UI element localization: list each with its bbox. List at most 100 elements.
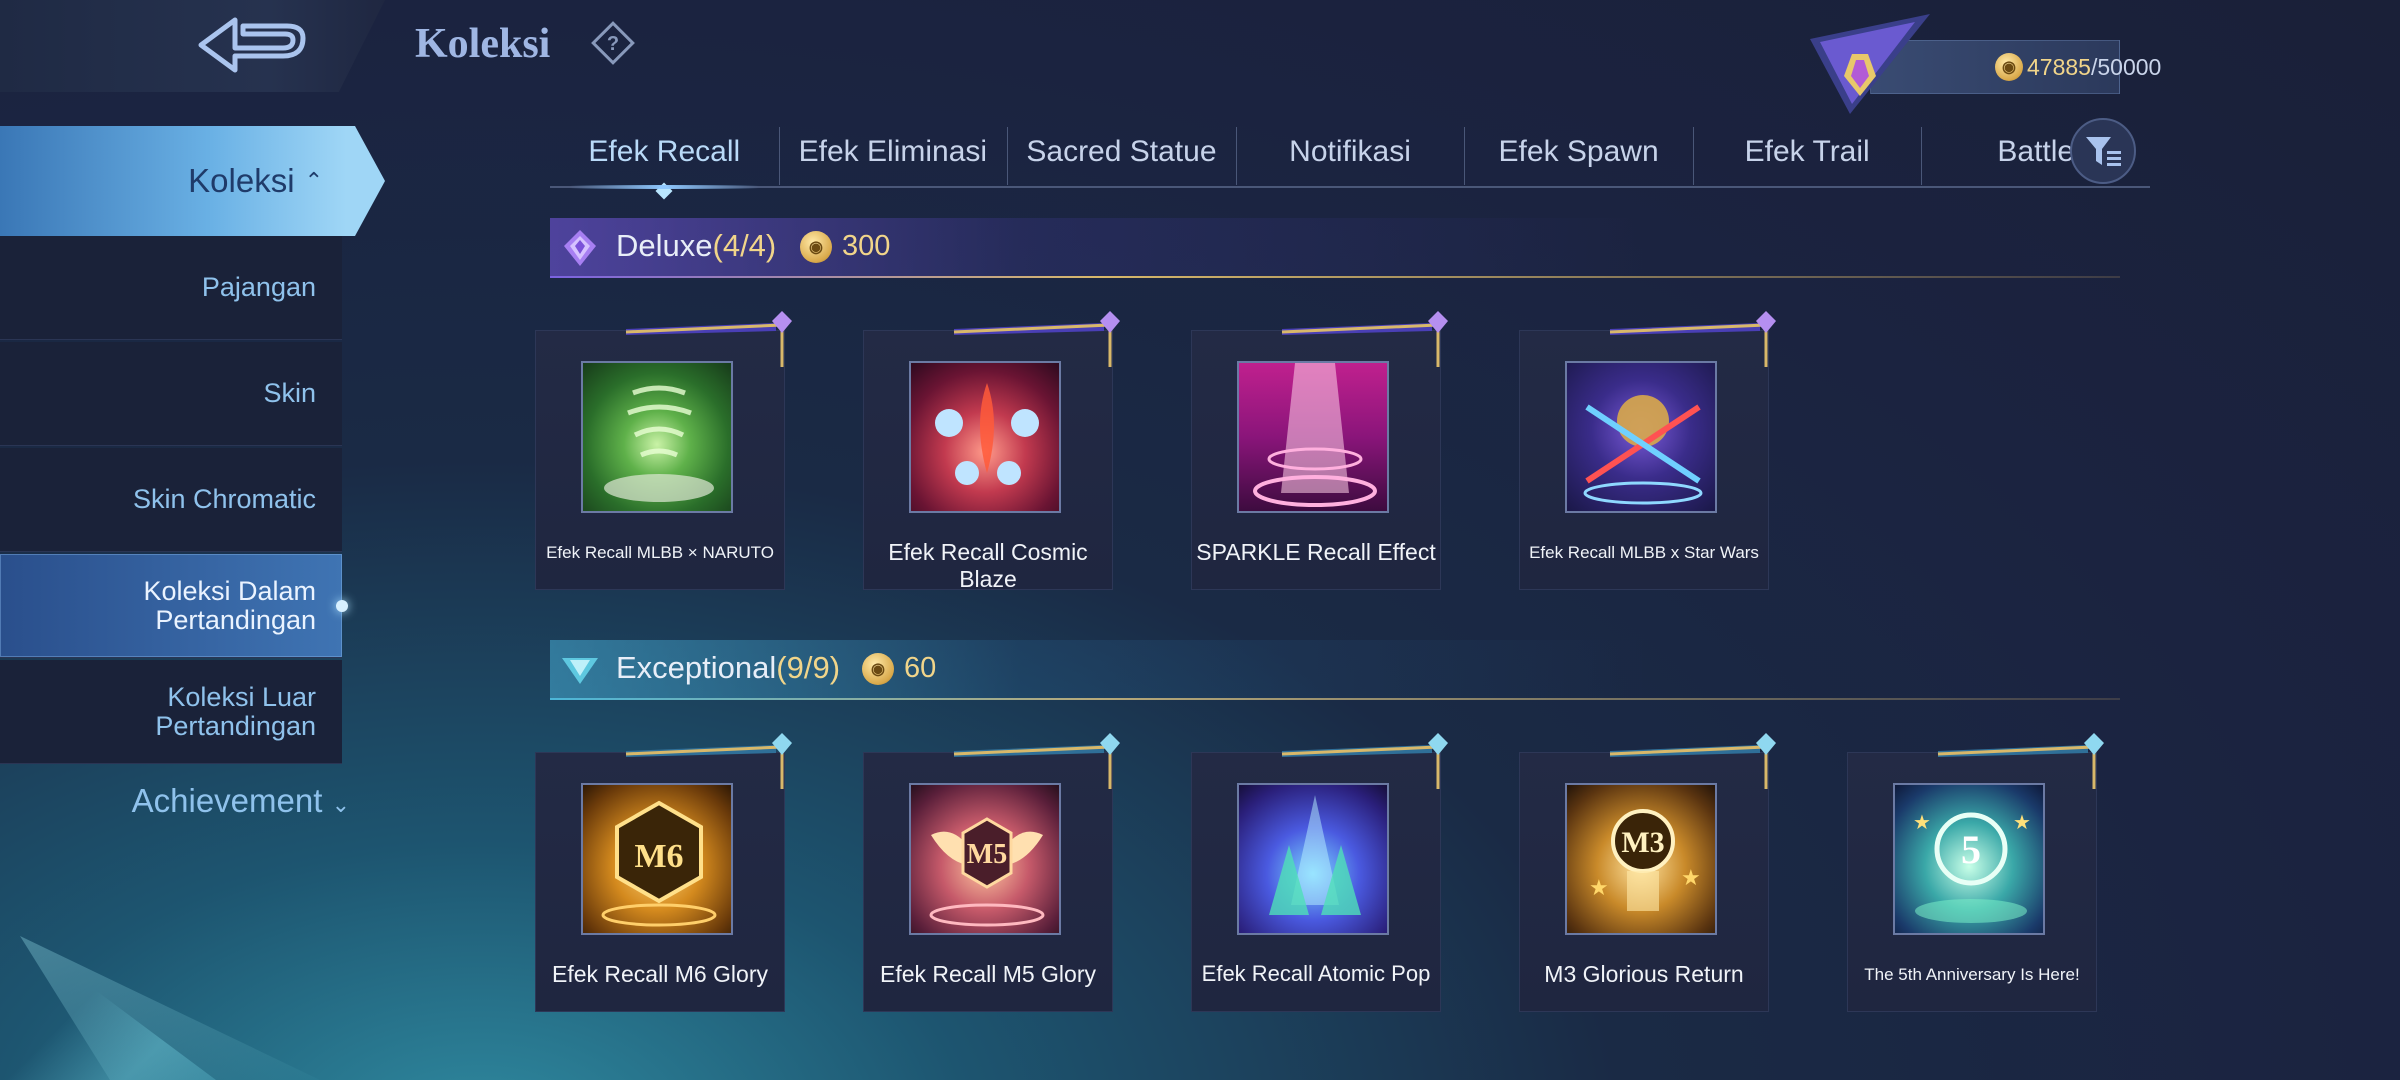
card-name: The 5th Anniversary Is Here!	[1864, 965, 2080, 984]
collection-card[interactable]: M5 Efek Recall M5 Glory	[863, 733, 1120, 1012]
tab-label: Efek Recall	[588, 135, 741, 168]
svg-text:★: ★	[1913, 812, 1931, 834]
tab-label: Sacred Statue	[1026, 135, 1217, 168]
tab-sacred-statue[interactable]: Sacred Statue	[1007, 121, 1236, 185]
sidebar-achievement-label: Achievement	[131, 782, 323, 819]
svg-text:★: ★	[2013, 812, 2031, 834]
tab-label: Efek Eliminasi	[798, 135, 988, 168]
card-name: Efek Recall MLBB x Star Wars	[1529, 543, 1759, 562]
filter-button[interactable]	[2070, 118, 2136, 184]
m3-emblem-icon: M3 ★ ★	[1565, 783, 1717, 935]
tab-notifikasi[interactable]: Notifikasi	[1235, 121, 1465, 185]
card-ribbon-icon	[1609, 733, 1776, 789]
currency-max: /50000	[2090, 53, 2162, 80]
svg-text:?: ?	[607, 33, 619, 55]
exceptional-gem-icon	[562, 658, 598, 684]
collection-card[interactable]: M6 Efek Recall M6 Glory	[535, 733, 792, 1012]
coin-icon: ◉	[800, 230, 832, 263]
sidebar-item-label: Skin	[263, 378, 316, 409]
sidebar-item-label: Koleksi Luar Pertandingan	[155, 682, 316, 741]
sidebar-item-pajangan[interactable]: Pajangan	[0, 236, 342, 340]
card-ribbon-icon	[625, 311, 792, 367]
collection-card[interactable]: Efek Recall MLBB x Star Wars	[1519, 311, 1776, 590]
collection-card[interactable]: 5 ★ ★ The 5th Anniversary Is Here!	[1847, 733, 2104, 1012]
svg-text:★: ★	[1681, 865, 1701, 890]
svg-text:★: ★	[1589, 875, 1609, 900]
svg-text:M5: M5	[967, 839, 1007, 870]
svg-text:M6: M6	[634, 838, 683, 875]
card-name: Efek Recall Cosmic Blaze	[888, 539, 1088, 592]
card-name: SPARKLE Recall Effect	[1196, 539, 1436, 565]
back-arrow-icon	[198, 17, 306, 73]
sidebar-item-label: Pajangan	[201, 272, 316, 303]
tab-active-marker	[655, 182, 673, 200]
help-icon[interactable]: ?	[590, 20, 636, 66]
card-ribbon-icon	[1937, 733, 2104, 789]
cosmic-blaze-icon	[909, 361, 1061, 513]
collection-card[interactable]: SPARKLE Recall Effect	[1191, 311, 1448, 590]
sidebar-achievement[interactable]: Achievement ⌄	[0, 782, 360, 820]
star-wars-sabers-icon	[1565, 361, 1717, 513]
collection-card[interactable]: Efek Recall Atomic Pop	[1191, 733, 1448, 1012]
filter-icon	[2086, 137, 2121, 166]
5th-anniversary-icon: 5 ★ ★	[1893, 783, 2045, 935]
currency-value: 47885	[2027, 53, 2091, 80]
section-price: ◉ 300	[800, 230, 890, 263]
card-name: Efek Recall M6 Glory	[551, 961, 768, 987]
section-title: Exceptional	[616, 650, 777, 685]
sidebar-item-skin[interactable]: Skin	[0, 342, 342, 446]
tab-efek-recall[interactable]: Efek Recall	[550, 121, 779, 200]
tab-label: Notifikasi	[1289, 135, 1411, 168]
collection-card[interactable]: Efek Recall Cosmic Blaze	[863, 311, 1120, 592]
deluxe-gem-icon	[564, 230, 596, 266]
sidebar-item-label: Koleksi Dalam Pertandingan	[143, 576, 316, 635]
chevron-down-icon: ⌄	[331, 792, 350, 817]
sidebar-item-koleksi-dalam[interactable]: Koleksi Dalam Pertandingan	[0, 554, 348, 658]
tab-label: Battle	[1997, 135, 2075, 168]
rank-emblem-icon	[1810, 14, 1930, 114]
coin-icon: ◉	[862, 652, 894, 685]
svg-text:5: 5	[1961, 827, 1981, 872]
tab-efek-eliminasi[interactable]: Efek Eliminasi	[778, 121, 1008, 185]
page-title: Koleksi	[415, 21, 551, 67]
sidebar-item-skin-chromatic[interactable]: Skin Chromatic	[0, 448, 342, 552]
naruto-tornado-icon	[581, 361, 733, 513]
tab-efek-trail[interactable]: Efek Trail	[1692, 121, 1922, 185]
currency-display: ◉ 47885/50000	[1790, 14, 2161, 114]
sidebar-item-label: Skin Chromatic	[132, 484, 316, 515]
m5-emblem-icon: M5	[909, 783, 1061, 935]
sparkle-beam-icon	[1237, 361, 1389, 513]
section-price: ◉ 60	[862, 652, 936, 685]
m6-emblem-icon: M6	[581, 783, 733, 935]
section-count: (9/9)	[776, 650, 841, 685]
sidebar-item-koleksi-luar[interactable]: Koleksi Luar Pertandingan	[0, 660, 342, 764]
collection-card[interactable]: M3 ★ ★ M3 Glorious Return	[1519, 733, 1776, 1012]
card-ribbon-icon	[953, 733, 1120, 789]
svg-text:M3: M3	[1621, 826, 1664, 859]
sidebar-main-label: Koleksi	[188, 162, 295, 199]
card-ribbon-icon	[953, 311, 1120, 367]
card-ribbon-icon	[1281, 311, 1448, 367]
card-name: Efek Recall MLBB × NARUTO	[546, 543, 774, 562]
tab-efek-spawn[interactable]: Efek Spawn	[1464, 121, 1693, 185]
card-ribbon-icon	[625, 733, 792, 789]
card-ribbon-icon	[1281, 733, 1448, 789]
collection-card[interactable]: Efek Recall MLBB × NARUTO	[535, 311, 792, 590]
section-count: (4/4)	[712, 228, 777, 263]
card-name: Efek Recall M5 Glory	[879, 961, 1096, 987]
sidebar-main-koleksi[interactable]: Koleksi ⌃	[0, 126, 385, 236]
section-header-deluxe: Deluxe(4/4) ◉ 300	[550, 218, 2120, 278]
coin-icon: ◉	[1995, 53, 2023, 81]
section-title: Deluxe	[616, 228, 713, 263]
card-name: M3 Glorious Return	[1544, 961, 1744, 987]
atomic-pop-icon	[1237, 783, 1389, 935]
section-header-exceptional: Exceptional(9/9) ◉ 60	[550, 640, 2120, 700]
tab-label: Efek Spawn	[1498, 135, 1659, 168]
card-ribbon-icon	[1609, 311, 1776, 367]
chevron-up-icon: ⌃	[304, 168, 323, 193]
back-button[interactable]	[190, 8, 320, 82]
active-indicator	[336, 600, 348, 612]
card-name: Efek Recall Atomic Pop	[1201, 961, 1431, 986]
tab-bar: Efek Recall Efek Eliminasi Sacred Statue…	[550, 118, 2150, 200]
tab-label: Efek Trail	[1744, 135, 1870, 168]
